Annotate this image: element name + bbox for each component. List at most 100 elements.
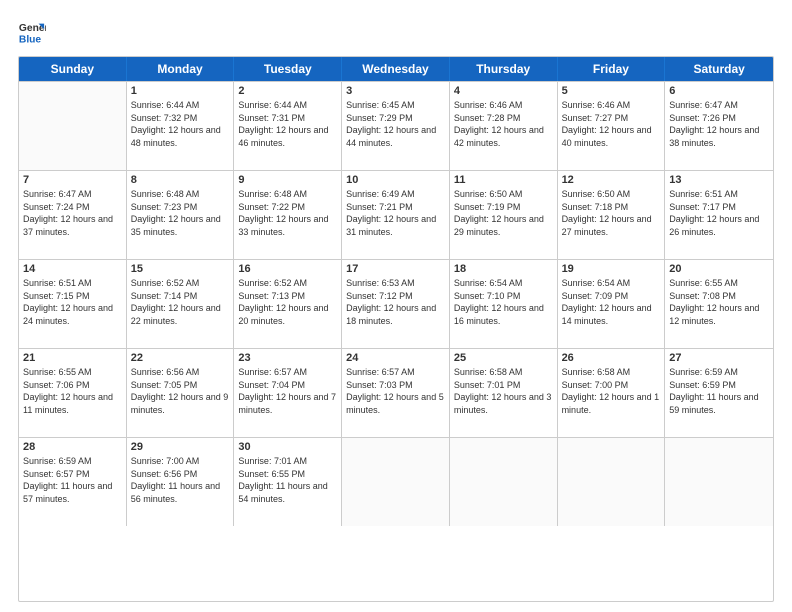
day-number: 18: [454, 263, 553, 275]
day-number: 11: [454, 174, 553, 186]
cell-info: Sunrise: 6:46 AMSunset: 7:28 PMDaylight:…: [454, 99, 553, 149]
calendar-cell: 28 Sunrise: 6:59 AMSunset: 6:57 PMDayligh…: [19, 438, 127, 526]
cell-info: Sunrise: 6:48 AMSunset: 7:23 PMDaylight:…: [131, 188, 230, 238]
calendar-row-1: 1 Sunrise: 6:44 AMSunset: 7:32 PMDaylight…: [19, 81, 773, 170]
calendar-cell: 4 Sunrise: 6:46 AMSunset: 7:28 PMDaylight…: [450, 82, 558, 170]
weekday-header-wednesday: Wednesday: [342, 57, 450, 81]
cell-info: Sunrise: 7:01 AMSunset: 6:55 PMDaylight:…: [238, 455, 337, 505]
calendar-cell: 8 Sunrise: 6:48 AMSunset: 7:23 PMDaylight…: [127, 171, 235, 259]
day-number: 13: [669, 174, 769, 186]
day-number: 23: [238, 352, 337, 364]
calendar-row-3: 14Sunrise: 6:51 AMSunset: 7:15 PMDayligh…: [19, 259, 773, 348]
day-number: 4: [454, 85, 553, 97]
cell-info: Sunrise: 6:58 AMSunset: 7:01 PMDaylight:…: [454, 366, 553, 416]
cell-info: Sunrise: 6:55 AMSunset: 7:06 PMDaylight:…: [23, 366, 122, 416]
day-number: 27: [669, 352, 769, 364]
cell-info: Sunrise: 6:55 AMSunset: 7:08 PMDaylight:…: [669, 277, 769, 327]
calendar: SundayMondayTuesdayWednesdayThursdayFrid…: [18, 56, 774, 602]
calendar-cell: 25 Sunrise: 6:58 AMSunset: 7:01 PMDayligh…: [450, 349, 558, 437]
weekday-header-saturday: Saturday: [665, 57, 773, 81]
calendar-cell: 5Sunrise: 6:46 AMSunset: 7:27 PMDaylight…: [558, 82, 666, 170]
day-number: 22: [131, 352, 230, 364]
calendar-body: 1 Sunrise: 6:44 AMSunset: 7:32 PMDaylight…: [19, 81, 773, 526]
day-number: 19: [562, 263, 661, 275]
cell-info: Sunrise: 6:44 AMSunset: 7:32 PMDaylight:…: [131, 99, 230, 149]
cell-info: Sunrise: 6:59 AMSunset: 6:59 PMDaylight:…: [669, 366, 769, 416]
calendar-cell: [19, 82, 127, 170]
calendar-cell: [450, 438, 558, 526]
calendar-cell: [558, 438, 666, 526]
calendar-cell: 7 Sunrise: 6:47 AMSunset: 7:24 PMDaylight…: [19, 171, 127, 259]
cell-info: Sunrise: 6:49 AMSunset: 7:21 PMDaylight:…: [346, 188, 445, 238]
weekday-header-friday: Friday: [558, 57, 666, 81]
calendar-cell: 11 Sunrise: 6:50 AMSunset: 7:19 PMDayligh…: [450, 171, 558, 259]
day-number: 30: [238, 441, 337, 453]
cell-info: Sunrise: 6:45 AMSunset: 7:29 PMDaylight:…: [346, 99, 445, 149]
day-number: 29: [131, 441, 230, 453]
cell-info: Sunrise: 6:57 AMSunset: 7:04 PMDaylight:…: [238, 366, 337, 416]
cell-info: Sunrise: 6:59 AMSunset: 6:57 PMDaylight:…: [23, 455, 122, 505]
cell-info: Sunrise: 6:50 AMSunset: 7:19 PMDaylight:…: [454, 188, 553, 238]
calendar-cell: 20 Sunrise: 6:55 AMSunset: 7:08 PMDayligh…: [665, 260, 773, 348]
calendar-cell: 29 Sunrise: 7:00 AMSunset: 6:56 PMDayligh…: [127, 438, 235, 526]
calendar-cell: 12Sunrise: 6:50 AMSunset: 7:18 PMDayligh…: [558, 171, 666, 259]
calendar-cell: 21 Sunrise: 6:55 AMSunset: 7:06 PMDayligh…: [19, 349, 127, 437]
calendar-cell: [665, 438, 773, 526]
calendar-cell: [342, 438, 450, 526]
day-number: 10: [346, 174, 445, 186]
cell-info: Sunrise: 6:51 AMSunset: 7:17 PMDaylight:…: [669, 188, 769, 238]
day-number: 24: [346, 352, 445, 364]
page: General Blue SundayMondayTuesdayWednesda…: [0, 0, 792, 612]
calendar-row-5: 28 Sunrise: 6:59 AMSunset: 6:57 PMDayligh…: [19, 437, 773, 526]
day-number: 20: [669, 263, 769, 275]
day-number: 1: [131, 85, 230, 97]
logo-icon: General Blue: [18, 18, 46, 46]
logo: General Blue: [18, 18, 50, 46]
calendar-cell: 6 Sunrise: 6:47 AMSunset: 7:26 PMDaylight…: [665, 82, 773, 170]
weekday-header-sunday: Sunday: [19, 57, 127, 81]
day-number: 6: [669, 85, 769, 97]
cell-info: Sunrise: 6:53 AMSunset: 7:12 PMDaylight:…: [346, 277, 445, 327]
cell-info: Sunrise: 6:54 AMSunset: 7:10 PMDaylight:…: [454, 277, 553, 327]
cell-info: Sunrise: 6:54 AMSunset: 7:09 PMDaylight:…: [562, 277, 661, 327]
calendar-cell: 17 Sunrise: 6:53 AMSunset: 7:12 PMDayligh…: [342, 260, 450, 348]
cell-info: Sunrise: 6:44 AMSunset: 7:31 PMDaylight:…: [238, 99, 337, 149]
calendar-cell: 14Sunrise: 6:51 AMSunset: 7:15 PMDayligh…: [19, 260, 127, 348]
cell-info: Sunrise: 6:50 AMSunset: 7:18 PMDaylight:…: [562, 188, 661, 238]
calendar-cell: 1 Sunrise: 6:44 AMSunset: 7:32 PMDaylight…: [127, 82, 235, 170]
day-number: 7: [23, 174, 122, 186]
cell-info: Sunrise: 6:58 AMSunset: 7:00 PMDaylight:…: [562, 366, 661, 416]
day-number: 9: [238, 174, 337, 186]
day-number: 8: [131, 174, 230, 186]
cell-info: Sunrise: 6:48 AMSunset: 7:22 PMDaylight:…: [238, 188, 337, 238]
svg-text:Blue: Blue: [19, 34, 42, 45]
calendar-cell: 30 Sunrise: 7:01 AMSunset: 6:55 PMDayligh…: [234, 438, 342, 526]
cell-info: Sunrise: 7:00 AMSunset: 6:56 PMDaylight:…: [131, 455, 230, 505]
cell-info: Sunrise: 6:47 AMSunset: 7:26 PMDaylight:…: [669, 99, 769, 149]
day-number: 3: [346, 85, 445, 97]
header: General Blue: [18, 18, 774, 46]
calendar-cell: 24Sunrise: 6:57 AMSunset: 7:03 PMDayligh…: [342, 349, 450, 437]
day-number: 26: [562, 352, 661, 364]
calendar-cell: 22Sunrise: 6:56 AMSunset: 7:05 PMDayligh…: [127, 349, 235, 437]
calendar-row-4: 21 Sunrise: 6:55 AMSunset: 7:06 PMDayligh…: [19, 348, 773, 437]
day-number: 14: [23, 263, 122, 275]
calendar-cell: 19 Sunrise: 6:54 AMSunset: 7:09 PMDayligh…: [558, 260, 666, 348]
calendar-cell: 23 Sunrise: 6:57 AMSunset: 7:04 PMDayligh…: [234, 349, 342, 437]
day-number: 25: [454, 352, 553, 364]
calendar-cell: 3 Sunrise: 6:45 AMSunset: 7:29 PMDaylight…: [342, 82, 450, 170]
calendar-cell: 16Sunrise: 6:52 AMSunset: 7:13 PMDayligh…: [234, 260, 342, 348]
calendar-cell: 27 Sunrise: 6:59 AMSunset: 6:59 PMDayligh…: [665, 349, 773, 437]
day-number: 17: [346, 263, 445, 275]
day-number: 28: [23, 441, 122, 453]
day-number: 2: [238, 85, 337, 97]
calendar-cell: 18 Sunrise: 6:54 AMSunset: 7:10 PMDayligh…: [450, 260, 558, 348]
calendar-cell: 10 Sunrise: 6:49 AMSunset: 7:21 PMDayligh…: [342, 171, 450, 259]
calendar-row-2: 7 Sunrise: 6:47 AMSunset: 7:24 PMDaylight…: [19, 170, 773, 259]
calendar-header: SundayMondayTuesdayWednesdayThursdayFrid…: [19, 57, 773, 81]
day-number: 15: [131, 263, 230, 275]
day-number: 16: [238, 263, 337, 275]
day-number: 5: [562, 85, 661, 97]
day-number: 21: [23, 352, 122, 364]
cell-info: Sunrise: 6:47 AMSunset: 7:24 PMDaylight:…: [23, 188, 122, 238]
